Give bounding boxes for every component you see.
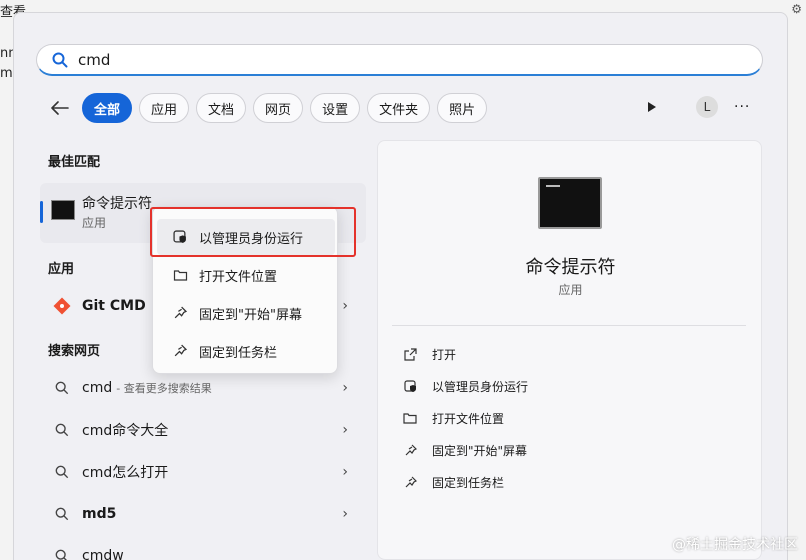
pin-icon <box>402 476 418 489</box>
web-result-item[interactable]: cmdw <box>40 537 356 560</box>
watermark: @稀土掘金技术社区 <box>672 537 798 553</box>
action-pin-to-taskbar[interactable]: 固定到任务栏 <box>402 470 504 494</box>
filter-chip-all[interactable]: 全部 <box>82 93 133 123</box>
context-item-label: 固定到任务栏 <box>199 345 278 361</box>
app-item-label: Git CMD <box>82 298 146 314</box>
background-app-text: m <box>0 66 13 81</box>
best-match-title: 命令提示符 <box>82 196 152 212</box>
filter-chip-photos[interactable]: 照片 <box>437 93 488 123</box>
filter-chip-web[interactable]: 网页 <box>253 93 304 123</box>
action-label: 打开 <box>432 347 457 362</box>
filter-bar: 全部 应用 文档 网页 设置 文件夹 照片 <box>46 93 494 123</box>
search-box[interactable] <box>36 44 763 76</box>
command-prompt-icon <box>51 200 75 220</box>
pin-icon <box>171 306 189 320</box>
detail-pane: 命令提示符 应用 打开 以管理员身份运行 打开文件位置 固定到"开始"屏幕 固定… <box>377 140 762 560</box>
folder-icon <box>402 412 418 424</box>
chevron-right-icon[interactable]: › <box>342 298 348 314</box>
action-pin-to-start[interactable]: 固定到"开始"屏幕 <box>402 438 527 462</box>
section-best-match: 最佳匹配 <box>48 155 101 170</box>
section-web: 搜索网页 <box>48 344 101 359</box>
web-result-item[interactable]: md5 › <box>40 495 356 533</box>
folder-icon <box>171 269 189 281</box>
section-apps: 应用 <box>48 262 75 277</box>
search-icon <box>52 381 72 395</box>
filter-tools: L ··· <box>640 95 750 119</box>
web-result-label: cmd命令大全 <box>82 423 169 439</box>
context-menu: 以管理员身份运行 打开文件位置 固定到"开始"屏幕 固定到任务栏 <box>152 206 338 374</box>
search-icon <box>52 465 72 479</box>
search-icon <box>52 549 72 560</box>
context-item-label: 打开文件位置 <box>199 269 278 285</box>
web-result-item[interactable]: cmd怎么打开 › <box>40 453 356 491</box>
filter-chip-folders[interactable]: 文件夹 <box>367 93 431 123</box>
filter-chip-settings[interactable]: 设置 <box>310 93 361 123</box>
pin-icon <box>171 344 189 358</box>
best-match-subtitle: 应用 <box>82 216 107 230</box>
chevron-right-icon[interactable]: › <box>342 422 348 438</box>
action-label: 固定到任务栏 <box>432 475 505 490</box>
context-item-label: 固定到"开始"屏幕 <box>199 307 302 323</box>
shield-icon <box>171 230 189 244</box>
open-icon <box>402 347 418 361</box>
chevron-right-icon[interactable]: › <box>342 380 348 396</box>
chevron-right-icon[interactable]: › <box>342 506 348 522</box>
web-result-item[interactable]: cmd命令大全 › <box>40 411 356 449</box>
web-result-label: md5 <box>82 506 117 522</box>
play-icon[interactable] <box>640 95 664 119</box>
search-input[interactable] <box>78 50 678 69</box>
search-icon <box>52 507 72 521</box>
selection-indicator <box>40 201 43 223</box>
context-item-pin-to-start[interactable]: 固定到"开始"屏幕 <box>157 295 335 331</box>
divider <box>392 325 746 326</box>
action-label: 固定到"开始"屏幕 <box>432 443 528 458</box>
action-run-as-admin[interactable]: 以管理员身份运行 <box>402 374 528 398</box>
web-result-label: cmd怎么打开 <box>82 465 169 481</box>
web-result-item[interactable]: cmd - 查看更多搜索结果 › <box>40 369 356 407</box>
context-item-run-as-admin[interactable]: 以管理员身份运行 <box>157 219 335 255</box>
avatar[interactable]: L <box>696 96 718 118</box>
detail-subtitle: 应用 <box>558 283 583 297</box>
back-arrow-icon[interactable] <box>46 94 74 122</box>
action-open[interactable]: 打开 <box>402 342 456 366</box>
context-item-open-file-location[interactable]: 打开文件位置 <box>157 257 335 293</box>
pin-icon <box>402 444 418 457</box>
filter-chip-documents[interactable]: 文档 <box>196 93 247 123</box>
context-item-label: 以管理员身份运行 <box>199 231 304 247</box>
more-options-icon[interactable]: ··· <box>734 99 750 115</box>
git-icon <box>52 297 72 315</box>
shield-icon <box>402 379 418 393</box>
search-icon <box>52 423 72 437</box>
filter-chip-apps[interactable]: 应用 <box>139 93 190 123</box>
action-label: 以管理员身份运行 <box>432 379 529 394</box>
command-prompt-icon <box>538 177 602 229</box>
chevron-right-icon[interactable]: › <box>342 464 348 480</box>
action-label: 打开文件位置 <box>432 411 505 426</box>
gear-icon[interactable]: ⚙ <box>791 2 802 16</box>
context-item-pin-to-taskbar[interactable]: 固定到任务栏 <box>157 333 335 369</box>
search-icon <box>52 52 68 67</box>
web-result-label: cmd <box>82 380 113 396</box>
web-result-sub: - 查看更多搜索结果 <box>116 382 212 395</box>
web-result-label: cmdw <box>82 548 124 560</box>
detail-title: 命令提示符 <box>525 257 616 278</box>
action-open-file-location[interactable]: 打开文件位置 <box>402 406 504 430</box>
